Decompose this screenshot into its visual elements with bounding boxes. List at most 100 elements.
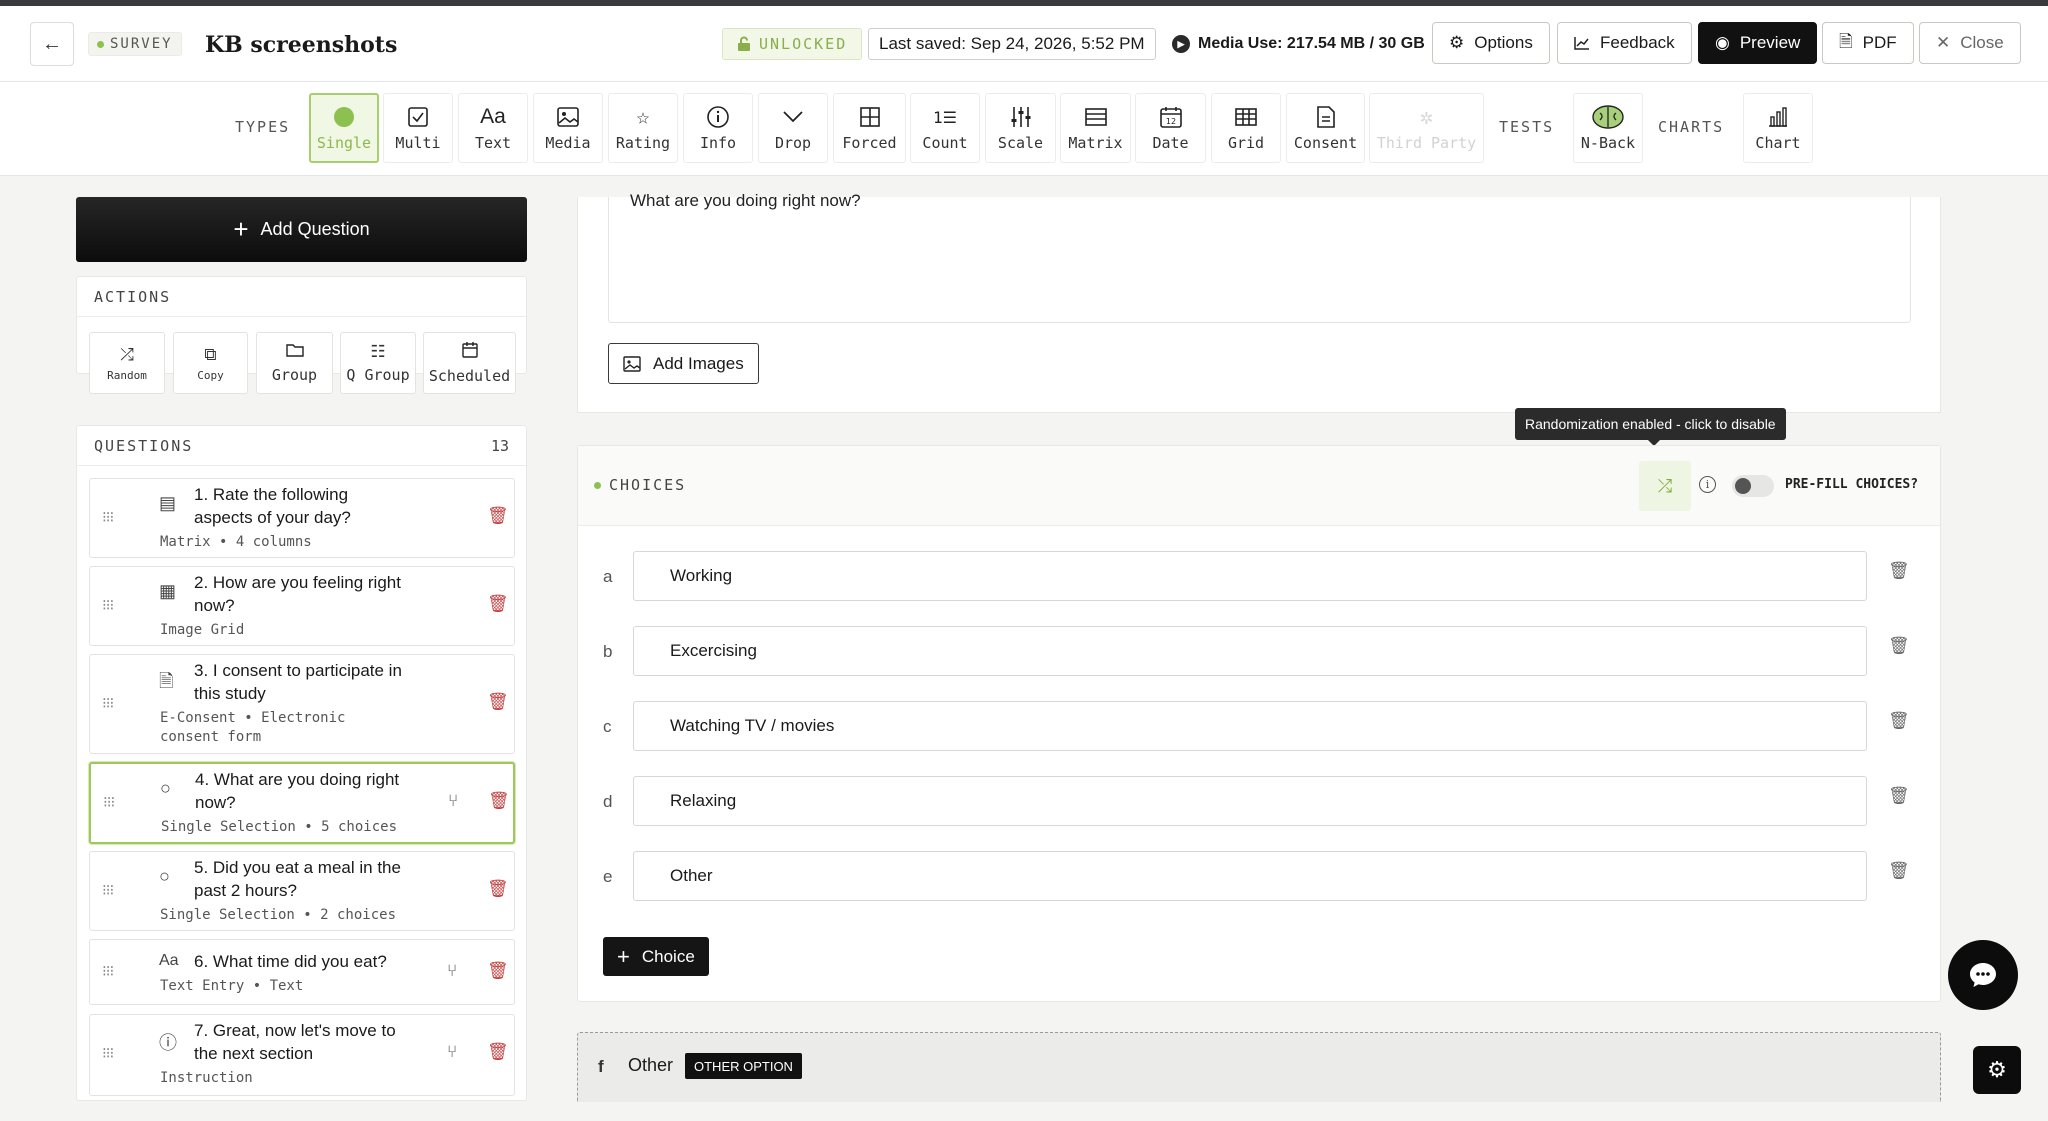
text-aa-icon: Aa [159, 952, 179, 969]
drag-handle-icon[interactable]: ⁝⁝⁝ [102, 962, 114, 980]
pdf-button[interactable]: 🗎 PDF [1822, 22, 1914, 64]
trash-icon[interactable]: 🗑 [1888, 561, 1910, 581]
branch-logic-icon[interactable]: ⑂ [447, 961, 457, 981]
actions-title: ACTIONS [94, 287, 172, 306]
type-media-button[interactable]: Media [533, 93, 603, 163]
question-item-3[interactable]: ⁝⁝⁝ 🗎 3. I consent to participate in this… [89, 654, 515, 754]
other-option-row[interactable]: f Other OTHER OPTION [577, 1032, 1941, 1102]
trash-icon[interactable]: 🗑 [487, 506, 509, 526]
type-drop-button[interactable]: Drop [758, 93, 828, 163]
info-icon [707, 104, 729, 130]
question-item-6[interactable]: ⁝⁝⁝ Aa 6. What time did you eat? Text En… [89, 939, 515, 1005]
trash-icon[interactable]: 🗑 [1888, 711, 1910, 731]
chart-button[interactable]: Chart [1743, 93, 1813, 163]
drag-handle-icon[interactable]: ⁝⁝⁝ [102, 508, 114, 526]
actions-header: ACTIONS [77, 277, 526, 317]
randomize-toggle-button[interactable]: ⤮ [1639, 461, 1691, 511]
shuffle-icon: ⤮ [1657, 475, 1673, 496]
question-item-2[interactable]: ⁝⁝⁝ ▦ 2. How are you feeling right now? I… [89, 566, 515, 646]
choice-input[interactable]: Other [633, 851, 1867, 901]
trash-icon[interactable]: 🗑 [1888, 861, 1910, 881]
action-q-group-button[interactable]: ☷ Q Group [340, 332, 416, 394]
survey-title[interactable]: KB screenshots [205, 32, 397, 58]
options-button[interactable]: ⚙ Options [1432, 22, 1550, 64]
type-single-button[interactable]: Single [309, 93, 379, 163]
action-scheduled-button[interactable]: Scheduled [423, 332, 516, 394]
type-text-button[interactable]: Aa Text [458, 93, 528, 163]
drag-handle-icon[interactable]: ⁝⁝⁝ [102, 694, 114, 712]
type-date-button[interactable]: 12 Date [1135, 93, 1206, 163]
drag-handle-icon[interactable]: ⁝⁝⁝ [102, 596, 114, 614]
trash-icon[interactable]: 🗑 [488, 791, 510, 811]
choices-card: CHOICES ⤮ i PRE-FILL CHOICES? a Working … [577, 445, 1941, 1002]
info-icon[interactable]: i [1699, 476, 1716, 493]
ordered-list-icon: 1☰ [933, 107, 957, 127]
drag-handle-icon[interactable]: ⁝⁝⁝ [102, 881, 114, 899]
add-choice-button[interactable]: + Choice [603, 937, 709, 976]
question-title: 6. What time did you eat? [194, 952, 387, 971]
choice-input[interactable]: Watching TV / movies [633, 701, 1867, 751]
choice-letter: b [603, 642, 613, 661]
action-copy-button[interactable]: ⧉ Copy [173, 332, 248, 394]
question-item-7[interactable]: ⁝⁝⁝ ⓘ 7. Great, now let's move to the nex… [89, 1014, 515, 1096]
trash-icon[interactable]: 🗑 [1888, 786, 1910, 806]
choice-input[interactable]: Excercising [633, 626, 1867, 676]
feedback-button[interactable]: Feedback [1557, 22, 1692, 64]
trash-icon[interactable]: 🗑 [1888, 636, 1910, 656]
type-consent-button[interactable]: Consent [1286, 93, 1365, 163]
options-label: Options [1474, 33, 1533, 52]
lock-status-badge[interactable]: UNLOCKED [722, 28, 863, 60]
question-item-1[interactable]: ⁝⁝⁝ ▤ 1. Rate the following aspects of yo… [89, 478, 515, 558]
type-single-label: Single [316, 134, 372, 152]
trash-icon[interactable]: 🗑 [487, 594, 509, 614]
choice-input[interactable]: Relaxing [633, 776, 1867, 826]
add-images-button[interactable]: Add Images [608, 343, 759, 384]
preview-button[interactable]: ◉ Preview [1698, 22, 1818, 64]
branch-logic-icon[interactable]: ⑂ [447, 1042, 457, 1062]
grid-icon [1235, 104, 1257, 130]
question-title: 3. I consent to participate in this study [194, 661, 402, 703]
add-images-label: Add Images [653, 353, 744, 373]
type-multi-button[interactable]: Multi [383, 93, 453, 163]
trash-icon[interactable]: 🗑 [487, 692, 509, 712]
table-icon [1084, 104, 1107, 130]
trash-icon[interactable]: 🗑 [487, 961, 509, 981]
prefill-choices-toggle[interactable] [1732, 475, 1774, 497]
close-button[interactable]: ✕ Close [1919, 22, 2021, 64]
questions-title: QUESTIONS [94, 436, 194, 455]
drag-handle-icon[interactable]: ⁝⁝⁝ [102, 1044, 114, 1062]
add-question-button[interactable]: + Add Question [76, 197, 527, 262]
test-n-back-button[interactable]: N-Back [1573, 93, 1643, 163]
question-item-4-selected[interactable]: ⁝⁝⁝ ○ 4. What are you doing right now? Si… [89, 762, 515, 844]
media-use-indicator: ▶ Media Use: 217.54 MB / 30 GB [1172, 28, 1425, 60]
settings-gear-button[interactable]: ⚙ [1973, 1046, 2021, 1094]
action-scheduled-label: Scheduled [428, 366, 511, 385]
question-item-5[interactable]: ⁝⁝⁝ ○ 5. Did you eat a meal in the past 2… [89, 851, 515, 931]
trash-icon[interactable]: 🗑 [487, 879, 509, 899]
type-grid-button[interactable]: Grid [1211, 93, 1281, 163]
line-chart-icon [1574, 37, 1589, 50]
type-info-button[interactable]: Info [683, 93, 753, 163]
drag-handle-icon[interactable]: ⁝⁝⁝ [103, 793, 115, 811]
action-q-group-label: Q Group [346, 366, 410, 384]
other-option-letter: f [598, 1057, 604, 1076]
branch-logic-icon[interactable]: ⑂ [448, 791, 458, 811]
back-button[interactable]: ← [30, 22, 74, 66]
type-scale-button[interactable]: Scale [985, 93, 1056, 163]
charts-section-label: CHARTS [1658, 118, 1725, 136]
questions-count: 13 [490, 436, 509, 455]
trash-icon[interactable]: 🗑 [487, 1042, 509, 1062]
question-text-field[interactable]: What are you doing right now? [608, 191, 1911, 323]
type-matrix-button[interactable]: Matrix [1060, 93, 1131, 163]
type-count-button[interactable]: 1☰ Count [910, 93, 980, 163]
action-random-button[interactable]: ⤮ Random [89, 332, 165, 394]
type-rating-button[interactable]: ☆ Rating [608, 93, 678, 163]
toggle-knob [1735, 478, 1751, 494]
question-text-value: What are you doing right now? [630, 191, 861, 210]
choice-input[interactable]: Working [633, 551, 1867, 601]
type-forced-button[interactable]: Forced [833, 93, 906, 163]
chat-support-button[interactable] [1948, 940, 2018, 1010]
type-count-label: Count [922, 134, 968, 152]
action-group-button[interactable]: Group [256, 332, 333, 394]
chat-icon [1970, 963, 1996, 987]
